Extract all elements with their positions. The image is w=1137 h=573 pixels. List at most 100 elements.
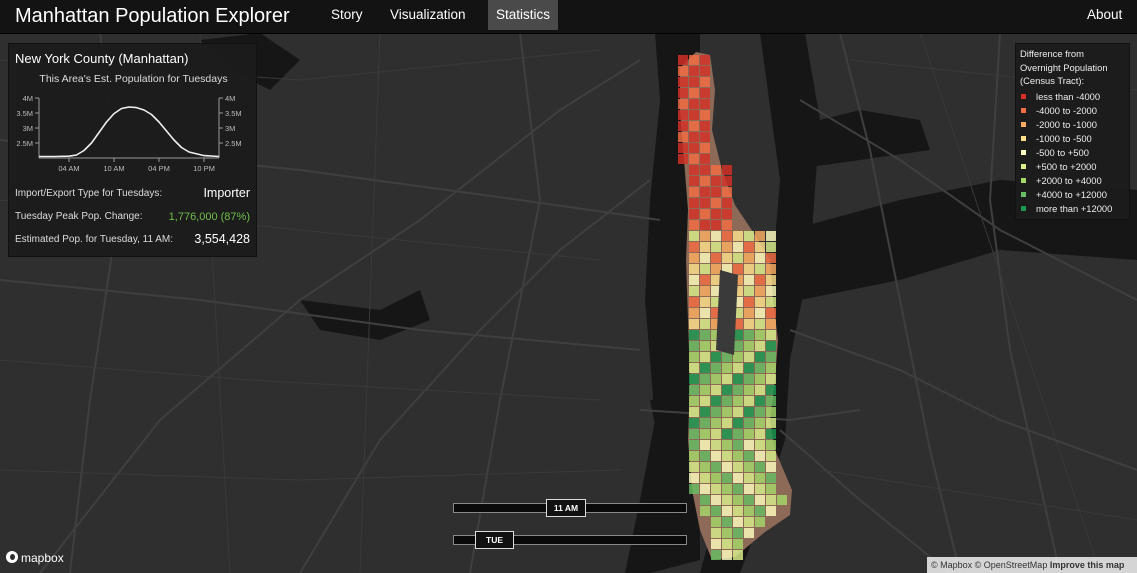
census-tract[interactable]: [689, 220, 699, 230]
census-tract[interactable]: [689, 66, 699, 76]
census-tract[interactable]: [744, 528, 754, 538]
census-tract[interactable]: [700, 506, 710, 516]
census-tract[interactable]: [678, 121, 688, 131]
census-tract[interactable]: [700, 187, 710, 197]
census-tract[interactable]: [700, 308, 710, 318]
census-tract[interactable]: [700, 121, 710, 131]
census-tract[interactable]: [744, 440, 754, 450]
census-tract[interactable]: [700, 264, 710, 274]
census-tract[interactable]: [689, 264, 699, 274]
census-tract[interactable]: [733, 550, 743, 560]
census-tract[interactable]: [678, 88, 688, 98]
census-tract[interactable]: [700, 253, 710, 263]
census-tract[interactable]: [700, 418, 710, 428]
census-tract[interactable]: [766, 462, 776, 472]
census-tract[interactable]: [700, 198, 710, 208]
census-tract[interactable]: [755, 253, 765, 263]
census-tract[interactable]: [744, 407, 754, 417]
census-tract[interactable]: [700, 451, 710, 461]
census-tract[interactable]: [700, 154, 710, 164]
census-tract[interactable]: [711, 429, 721, 439]
census-tract[interactable]: [722, 209, 732, 219]
census-tract[interactable]: [700, 77, 710, 87]
census-tract[interactable]: [689, 154, 699, 164]
census-tract[interactable]: [722, 407, 732, 417]
census-tract[interactable]: [755, 319, 765, 329]
census-tract[interactable]: [678, 77, 688, 87]
census-tract[interactable]: [689, 165, 699, 175]
census-tract[interactable]: [755, 308, 765, 318]
census-tract[interactable]: [755, 330, 765, 340]
time-slider-handle[interactable]: 11 AM: [546, 499, 586, 517]
census-tract[interactable]: [689, 330, 699, 340]
census-tract[interactable]: [733, 231, 743, 241]
census-tract[interactable]: [689, 363, 699, 373]
census-tract[interactable]: [700, 330, 710, 340]
census-tract[interactable]: [689, 374, 699, 384]
census-tract[interactable]: [755, 231, 765, 241]
census-tract[interactable]: [722, 165, 732, 175]
census-tract[interactable]: [689, 462, 699, 472]
census-tract[interactable]: [711, 451, 721, 461]
census-tract[interactable]: [733, 363, 743, 373]
census-tract[interactable]: [744, 462, 754, 472]
census-tract[interactable]: [722, 495, 732, 505]
census-tract[interactable]: [755, 341, 765, 351]
census-tract[interactable]: [722, 396, 732, 406]
census-tract[interactable]: [755, 396, 765, 406]
census-tract[interactable]: [711, 495, 721, 505]
census-tract[interactable]: [700, 132, 710, 142]
census-tract[interactable]: [689, 297, 699, 307]
census-tract[interactable]: [700, 363, 710, 373]
census-tract[interactable]: [711, 220, 721, 230]
census-tract[interactable]: [678, 55, 688, 65]
census-tract[interactable]: [722, 440, 732, 450]
census-tract[interactable]: [733, 517, 743, 527]
census-tract[interactable]: [711, 539, 721, 549]
census-tract[interactable]: [733, 242, 743, 252]
census-tract[interactable]: [711, 374, 721, 384]
census-tract[interactable]: [700, 209, 710, 219]
census-tract[interactable]: [733, 528, 743, 538]
census-tract[interactable]: [689, 396, 699, 406]
census-tract[interactable]: [689, 440, 699, 450]
census-tract[interactable]: [755, 374, 765, 384]
census-tract[interactable]: [755, 473, 765, 483]
census-tract[interactable]: [722, 517, 732, 527]
census-tract[interactable]: [711, 407, 721, 417]
census-tract[interactable]: [689, 176, 699, 186]
census-tract[interactable]: [700, 462, 710, 472]
census-tract[interactable]: [711, 440, 721, 450]
census-tract[interactable]: [755, 462, 765, 472]
census-tract[interactable]: [722, 539, 732, 549]
census-tract[interactable]: [744, 319, 754, 329]
census-tract[interactable]: [755, 440, 765, 450]
census-tract[interactable]: [678, 143, 688, 153]
census-tract[interactable]: [711, 187, 721, 197]
census-tract[interactable]: [689, 275, 699, 285]
census-tract[interactable]: [711, 418, 721, 428]
census-tract[interactable]: [733, 484, 743, 494]
census-tract[interactable]: [722, 550, 732, 560]
census-tract[interactable]: [733, 396, 743, 406]
census-tract[interactable]: [744, 495, 754, 505]
census-tract[interactable]: [744, 286, 754, 296]
census-tract[interactable]: [689, 143, 699, 153]
census-tract[interactable]: [700, 88, 710, 98]
census-tract[interactable]: [689, 187, 699, 197]
census-tract[interactable]: [733, 352, 743, 362]
census-tract[interactable]: [766, 418, 776, 428]
census-tract[interactable]: [733, 473, 743, 483]
census-tract[interactable]: [711, 242, 721, 252]
mapbox-logo[interactable]: mapbox: [6, 551, 64, 565]
census-tract[interactable]: [700, 319, 710, 329]
census-tract[interactable]: [744, 429, 754, 439]
census-tract[interactable]: [700, 66, 710, 76]
census-tract[interactable]: [755, 264, 765, 274]
census-tract[interactable]: [711, 484, 721, 494]
census-tract[interactable]: [766, 429, 776, 439]
census-tract[interactable]: [678, 110, 688, 120]
census-tract[interactable]: [744, 473, 754, 483]
census-tract[interactable]: [766, 253, 776, 263]
census-tract[interactable]: [700, 297, 710, 307]
